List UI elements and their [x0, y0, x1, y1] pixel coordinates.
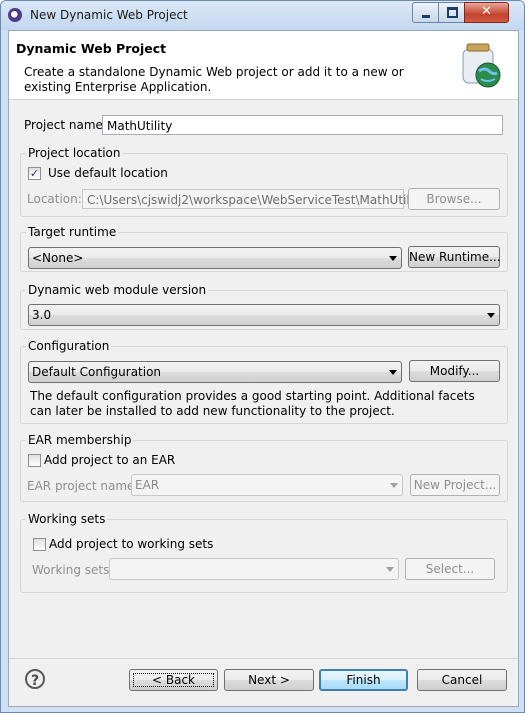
chevron-down-icon — [386, 567, 394, 572]
cancel-button[interactable]: Cancel — [417, 669, 507, 691]
new-project-button[interactable]: New Project... — [410, 474, 500, 496]
eclipse-icon — [8, 8, 22, 22]
new-runtime-button[interactable]: New Runtime... — [408, 246, 501, 268]
minimize-button[interactable] — [412, 2, 439, 23]
configuration-value: Default Configuration — [32, 365, 162, 379]
window-title: New Dynamic Web Project — [30, 8, 188, 22]
use-default-location-checkbox[interactable]: ✓ — [28, 167, 41, 180]
dialog-window: New Dynamic Web Project ✕ Dynamic Web Pr… — [0, 0, 525, 713]
target-runtime-value: <None> — [32, 251, 84, 265]
page-title: Dynamic Web Project — [16, 41, 167, 56]
chevron-down-icon — [389, 370, 397, 375]
working-sets-label: Working sets: — [32, 563, 114, 577]
jar-globe-icon — [462, 43, 501, 88]
add-to-working-sets-label: Add project to working sets — [49, 537, 214, 551]
add-to-ear-label: Add project to an EAR — [44, 453, 176, 467]
dialog-content: Dynamic Web Project Create a standalone … — [8, 30, 519, 707]
chevron-down-icon — [487, 313, 495, 318]
add-to-working-sets-checkbox[interactable] — [33, 538, 46, 551]
chevron-down-icon — [389, 256, 397, 261]
ear-project-name-label: EAR project name: — [27, 479, 139, 493]
project-name-input[interactable]: MathUtility — [102, 115, 503, 135]
minimize-icon — [422, 15, 430, 18]
browse-button[interactable]: Browse... — [408, 188, 500, 210]
close-button[interactable]: ✕ — [464, 2, 509, 23]
add-to-ear-checkbox[interactable] — [28, 454, 41, 467]
working-sets-select[interactable] — [109, 558, 399, 580]
ear-project-value: EAR — [135, 478, 160, 492]
select-button[interactable]: Select... — [405, 558, 495, 580]
location-label: Location: — [27, 192, 82, 206]
configuration-description: The default configuration provides a goo… — [30, 389, 475, 418]
target-runtime-title: Target runtime — [26, 225, 119, 239]
project-location-title: Project location — [26, 146, 123, 160]
help-icon[interactable]: ? — [25, 669, 45, 689]
finish-button[interactable]: Finish — [319, 669, 408, 691]
module-version-title: Dynamic web module version — [26, 283, 209, 297]
next-button[interactable]: Next > — [224, 669, 314, 691]
working-sets-group — [20, 519, 508, 593]
module-version-select[interactable]: 3.0 — [28, 304, 500, 326]
ear-membership-title: EAR membership — [26, 433, 134, 447]
working-sets-title: Working sets — [26, 512, 108, 526]
wizard-banner: Dynamic Web Project Create a standalone … — [9, 31, 518, 100]
chevron-down-icon — [390, 483, 398, 488]
back-button[interactable]: < Back — [129, 669, 218, 691]
maximize-icon — [447, 7, 458, 18]
close-icon: ✕ — [481, 4, 492, 19]
use-default-location-label: Use default location — [48, 166, 168, 180]
title-bar[interactable]: New Dynamic Web Project ✕ — [1, 1, 524, 30]
module-version-value: 3.0 — [32, 308, 52, 322]
modify-button[interactable]: Modify... — [409, 360, 500, 382]
maximize-button[interactable] — [438, 2, 465, 23]
configuration-title: Configuration — [26, 339, 112, 353]
location-input[interactable]: C:\Users\cjswidj2\workspace\WebServiceTe… — [82, 189, 425, 209]
configuration-select[interactable]: Default Configuration — [28, 361, 402, 383]
footer-separator — [9, 658, 518, 659]
ear-project-select[interactable]: EAR — [131, 474, 403, 496]
page-description: Create a standalone Dynamic Web project … — [24, 65, 404, 94]
target-runtime-select[interactable]: <None> — [28, 247, 402, 269]
project-name-label: Project name: — [24, 118, 107, 132]
